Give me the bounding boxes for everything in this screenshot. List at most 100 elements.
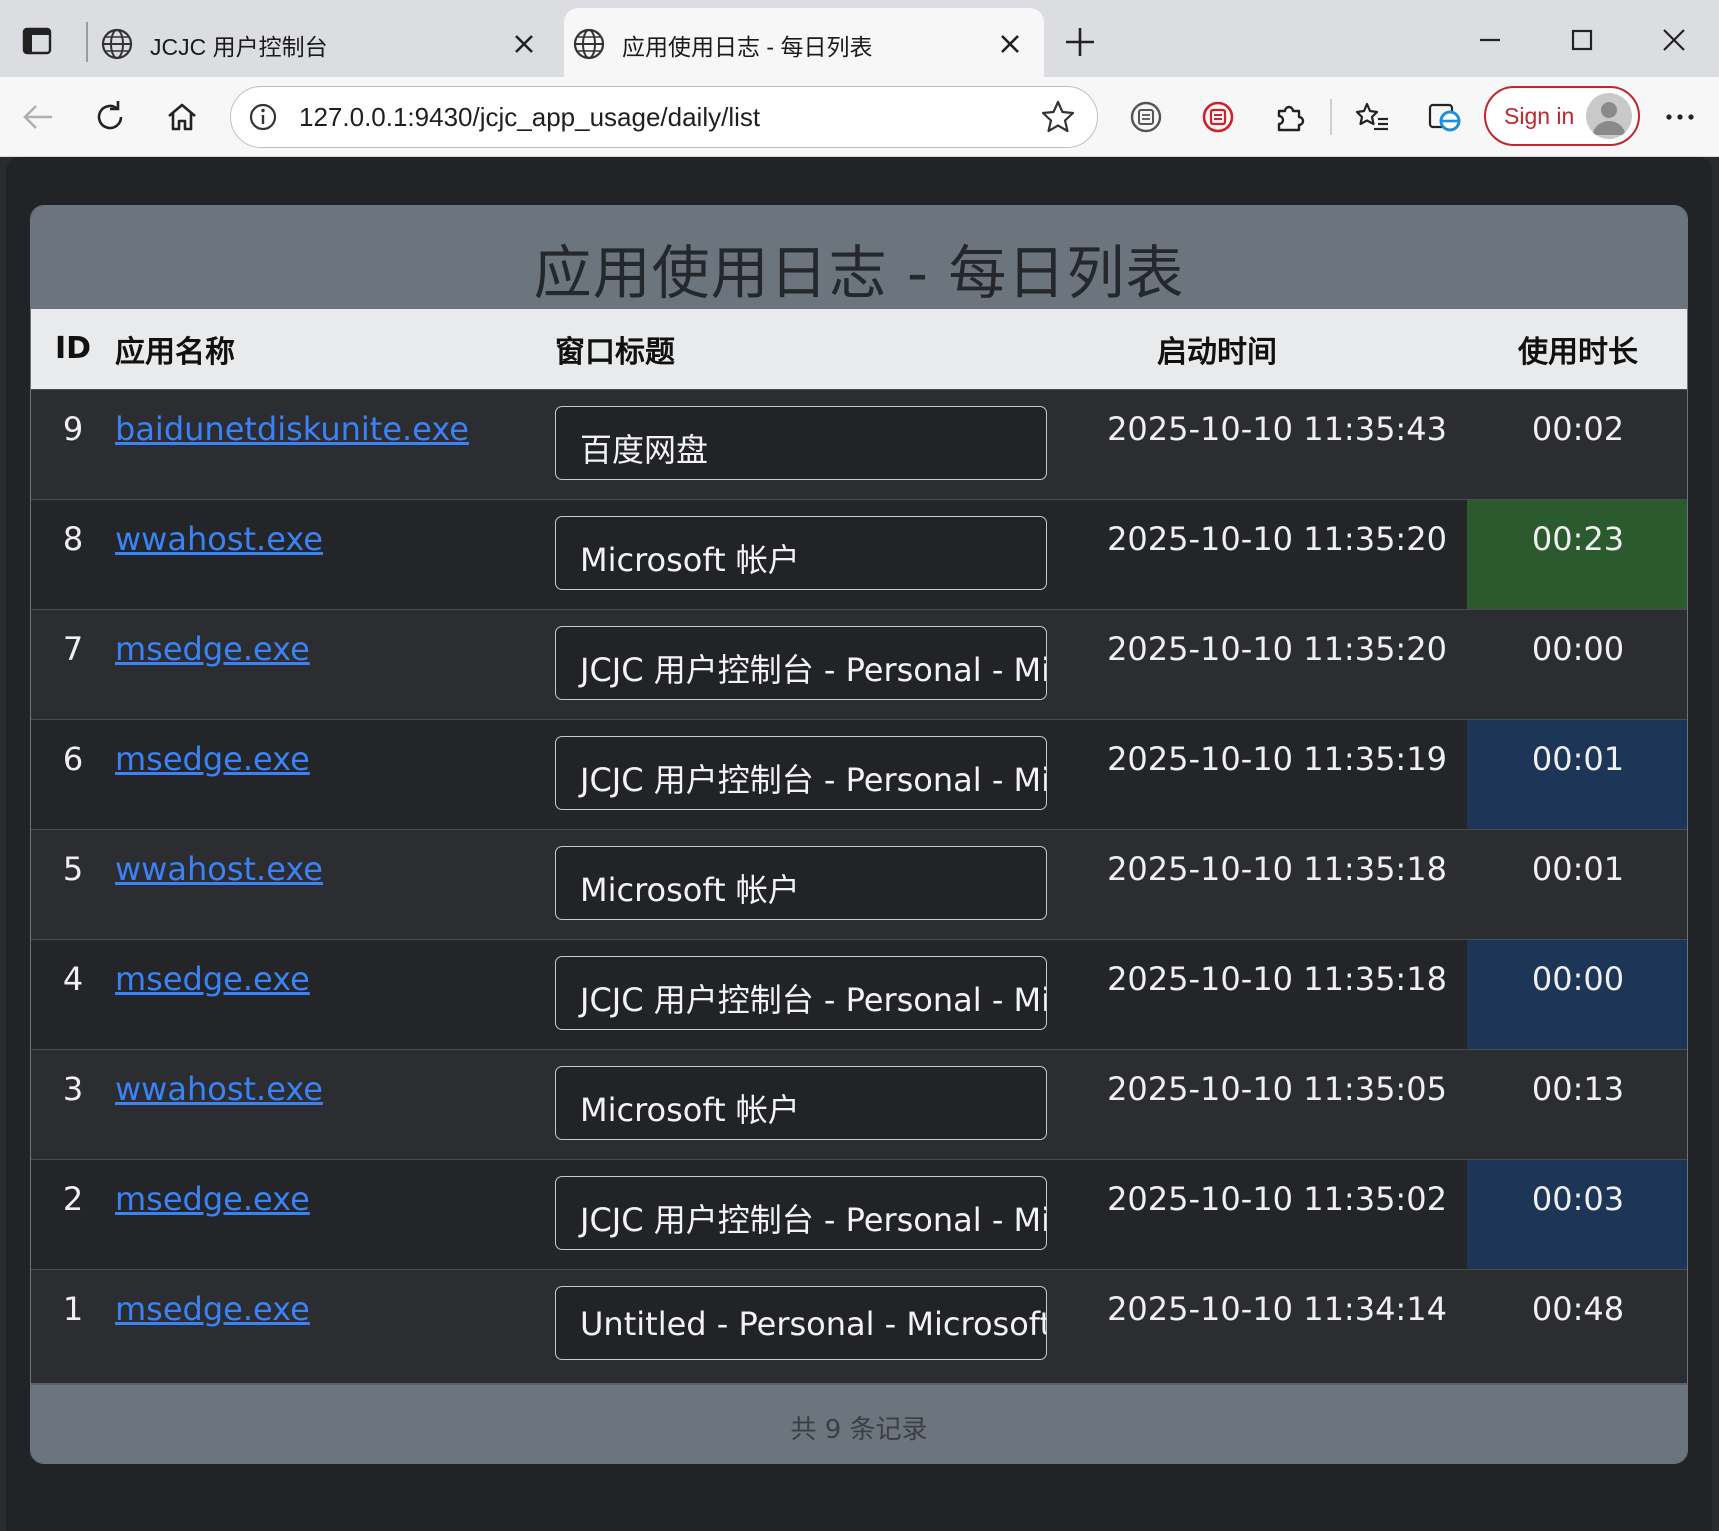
table-row: 4 msedge.exe JCJC 用户控制台 - Personal - Micro…: [31, 939, 1687, 1049]
row-id: 6: [62, 739, 84, 778]
card-header: 应用使用日志 - 每日列表: [31, 206, 1687, 309]
close-icon[interactable]: [510, 30, 538, 58]
address-bar[interactable]: 127.0.0.1:9430/jcjc_app_usage/daily/list: [230, 86, 1098, 148]
toolbar-separator: [1330, 99, 1332, 135]
ie-mode-icon[interactable]: [1424, 97, 1464, 137]
start-time: 2025-10-10 11:35:20: [1107, 519, 1447, 558]
url-text[interactable]: 127.0.0.1:9430/jcjc_app_usage/daily/list: [299, 102, 760, 133]
favorite-star-icon[interactable]: [1039, 98, 1077, 136]
usage-log-card: 应用使用日志 - 每日列表 ID 应用名称 窗口标题 启动时间 使用时长 9 ba…: [30, 205, 1688, 1464]
window-title-field[interactable]: JCJC 用户控制台 - Personal - Microsoft Edge: [555, 1175, 1047, 1250]
sign-in-button[interactable]: Sign in: [1484, 86, 1640, 146]
back-arrow-icon[interactable]: [18, 97, 58, 137]
window-title-cell: JCJC 用户控制台 - Personal - Microsoft Edge: [555, 609, 1087, 719]
start-time: 2025-10-10 11:35:20: [1107, 629, 1447, 668]
close-icon[interactable]: [996, 30, 1024, 58]
red-ext-icon[interactable]: [1198, 97, 1238, 137]
row-id: 5: [62, 849, 84, 888]
start-time: 2025-10-10 11:35:19: [1107, 739, 1447, 778]
row-id: 4: [62, 959, 84, 998]
window-title-cell: Microsoft 帐户: [555, 829, 1087, 939]
refresh-icon[interactable]: [90, 97, 130, 137]
window-close-icon[interactable]: [1654, 20, 1694, 60]
more-menu-icon[interactable]: [1660, 97, 1700, 137]
window-title-field[interactable]: Microsoft 帐户: [555, 1065, 1047, 1140]
window-title-field[interactable]: Microsoft 帐户: [555, 845, 1047, 920]
col-header-start: 启动时间: [1157, 334, 1277, 370]
duration: 00:23: [1467, 499, 1687, 609]
tab-title: JCJC 用户控制台: [150, 34, 328, 60]
home-icon[interactable]: [162, 97, 202, 137]
tab-separator: [86, 22, 88, 62]
row-id: 2: [62, 1179, 84, 1218]
table-row: 2 msedge.exe JCJC 用户控制台 - Personal - Micro…: [31, 1159, 1687, 1269]
app-name-link[interactable]: baidunetdiskunite.exe: [115, 410, 469, 448]
globe-icon: [573, 28, 605, 60]
start-time: 2025-10-10 11:35:05: [1107, 1069, 1447, 1108]
new-tab-plus-icon[interactable]: [1060, 22, 1100, 62]
minimize-icon[interactable]: [1470, 20, 1510, 60]
window-title-field[interactable]: Untitled - Personal - Microsoft Edge: [555, 1285, 1047, 1360]
app-name-cell: wwahost.exe: [115, 499, 555, 609]
avatar-icon: [1586, 93, 1632, 139]
tab-jcjc-console[interactable]: JCJC 用户控制台: [92, 8, 558, 77]
sign-in-label: Sign in: [1504, 103, 1575, 129]
app-name-cell: msedge.exe: [115, 719, 555, 829]
favorites-list-icon[interactable]: [1352, 97, 1392, 137]
app-name-link[interactable]: msedge.exe: [115, 1180, 310, 1218]
row-id: 8: [62, 519, 84, 558]
start-time: 2025-10-10 11:34:14: [1107, 1289, 1447, 1328]
col-header-window: 窗口标题: [555, 334, 675, 370]
window-title-field[interactable]: JCJC 用户控制台 - Personal - Microsoft Edge: [555, 735, 1047, 810]
window-title-field[interactable]: JCJC 用户控制台 - Personal - Microsoft Edge: [555, 625, 1047, 700]
duration: 00:01: [1531, 849, 1625, 888]
window-title-field[interactable]: 百度网盘: [555, 405, 1047, 480]
table-row: 5 wwahost.exe Microsoft 帐户 2025-10-10 11:35…: [31, 829, 1687, 939]
app-name-link[interactable]: wwahost.exe: [115, 520, 323, 558]
usage-log-table: ID 应用名称 窗口标题 启动时间 使用时长 9 baidunetdiskunit…: [31, 309, 1687, 1379]
app-name-link[interactable]: msedge.exe: [115, 1290, 310, 1328]
row-id: 1: [62, 1289, 84, 1328]
duration: 00:02: [1531, 409, 1625, 448]
start-time: 2025-10-10 11:35:02: [1107, 1179, 1447, 1218]
table-row: 9 baidunetdiskunite.exe 百度网盘 2025-10-10 11:…: [31, 389, 1687, 499]
window-title-field[interactable]: Microsoft 帐户: [555, 515, 1047, 590]
tab-app-usage-daily[interactable]: 应用使用日志 - 每日列表: [564, 8, 1044, 77]
table-row: 8 wwahost.exe Microsoft 帐户 2025-10-10 11:35…: [31, 499, 1687, 609]
app-name-link[interactable]: msedge.exe: [115, 960, 310, 998]
window-title-cell: JCJC 用户控制台 - Personal - Microsoft Edge: [555, 719, 1087, 829]
row-id: 3: [62, 1069, 84, 1108]
col-header-id: ID: [54, 331, 92, 367]
record-count: 共 9 条记录: [790, 1415, 928, 1445]
row-id: 7: [62, 629, 84, 668]
window-title-field[interactable]: JCJC 用户控制台 - Personal - Microsoft Edge: [555, 955, 1047, 1030]
window-title-cell: JCJC 用户控制台 - Personal - Microsoft Edge: [555, 939, 1087, 1049]
window-title-cell: Microsoft 帐户: [555, 1049, 1087, 1159]
col-header-duration: 使用时长: [1518, 334, 1638, 370]
app-name-cell: msedge.exe: [115, 939, 555, 1049]
app-name-link[interactable]: wwahost.exe: [115, 850, 323, 888]
extensions-puzzle-icon[interactable]: [1270, 97, 1310, 137]
table-row: 1 msedge.exe Untitled - Personal - Microso…: [31, 1269, 1687, 1379]
app-name-cell: wwahost.exe: [115, 1049, 555, 1159]
app-name-link[interactable]: wwahost.exe: [115, 1070, 323, 1108]
app-name-cell: msedge.exe: [115, 1159, 555, 1269]
maximize-icon[interactable]: [1562, 20, 1602, 60]
table-row: 7 msedge.exe JCJC 用户控制台 - Personal - Micro…: [31, 609, 1687, 719]
app-name-cell: wwahost.exe: [115, 829, 555, 939]
start-time: 2025-10-10 11:35:43: [1107, 409, 1447, 448]
duration: 00:13: [1531, 1069, 1625, 1108]
app-name-cell: baidunetdiskunite.exe: [115, 389, 555, 499]
row-id: 9: [62, 409, 84, 448]
browser-toolbar: 127.0.0.1:9430/jcjc_app_usage/daily/list…: [0, 77, 1719, 157]
app-name-link[interactable]: msedge.exe: [115, 740, 310, 778]
app-name-link[interactable]: msedge.exe: [115, 630, 310, 668]
tab-actions-icon[interactable]: [20, 24, 54, 58]
start-time: 2025-10-10 11:35:18: [1107, 959, 1447, 998]
reader-ext-icon[interactable]: [1126, 97, 1166, 137]
tab-title: 应用使用日志 - 每日列表: [622, 34, 873, 60]
app-name-cell: msedge.exe: [115, 609, 555, 719]
window-title-cell: JCJC 用户控制台 - Personal - Microsoft Edge: [555, 1159, 1087, 1269]
info-icon[interactable]: [247, 101, 279, 133]
table-body: 9 baidunetdiskunite.exe 百度网盘 2025-10-10 11:…: [31, 389, 1687, 1379]
